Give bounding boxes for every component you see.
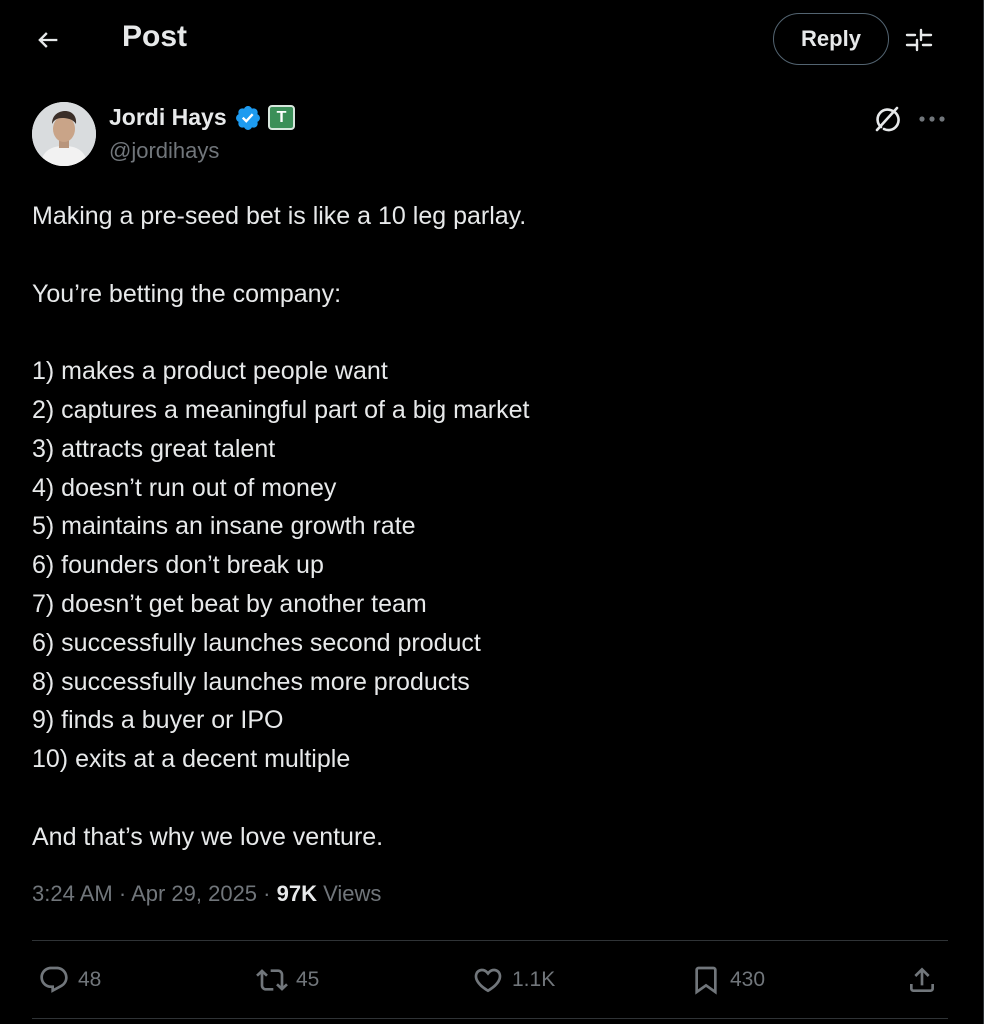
back-button[interactable] <box>30 22 66 58</box>
post-line: And that’s why we love venture. <box>32 822 384 851</box>
post-line <box>32 313 952 352</box>
post-line: 8) successfully launches more products <box>32 667 470 696</box>
post-line: 6) successfully launches second product <box>32 628 481 657</box>
divider <box>32 1018 948 1019</box>
meta-separator: · <box>112 881 132 906</box>
back-arrow-icon <box>38 32 58 48</box>
bookmark-action[interactable]: 430 <box>690 960 765 1000</box>
repost-action[interactable]: 45 <box>256 960 319 1000</box>
reply-count: 48 <box>78 968 102 991</box>
post-text: Making a pre-seed bet is like a 10 leg p… <box>32 197 952 857</box>
bookmark-icon <box>695 966 717 995</box>
post-line: 3) attracts great talent <box>32 434 276 463</box>
author-name[interactable]: Jordi Hays <box>109 104 227 131</box>
reply-icon <box>40 966 68 993</box>
post-line: 5) maintains an insane growth rate <box>32 512 416 541</box>
page-title: Post <box>122 20 188 53</box>
filter-button[interactable] <box>900 22 938 58</box>
post-line: Making a pre-seed bet is like a 10 leg p… <box>32 202 527 230</box>
post-detail-view: Post Reply Jordi Hays T @jordihays Makin… <box>0 0 984 1024</box>
post-line: 10) exits at a decent multiple <box>32 745 351 774</box>
reply-action[interactable]: 48 <box>38 960 101 1000</box>
author-handle[interactable]: @jordihays <box>109 138 219 164</box>
post-line: 9) finds a buyer or IPO <box>32 706 284 735</box>
like-action[interactable]: 1.1K <box>472 960 555 1000</box>
share-icon <box>910 967 934 992</box>
divider <box>32 940 948 941</box>
verified-icon <box>236 106 260 130</box>
post-line: 7) doesn’t get beat by another team <box>32 589 427 618</box>
bookmark-count: 430 <box>730 968 766 991</box>
share-action[interactable] <box>906 960 938 1000</box>
views-label: Views <box>323 881 382 906</box>
filter-icon <box>905 28 933 52</box>
meta-separator: · <box>257 881 277 906</box>
avatar[interactable] <box>32 102 96 166</box>
post-date[interactable]: Apr 29, 2025 <box>131 881 257 906</box>
post-time[interactable]: 3:24 AM <box>32 881 113 906</box>
affiliation-badge[interactable]: T <box>268 105 295 130</box>
reply-button[interactable]: Reply <box>773 13 889 65</box>
post-line: 2) captures a meaningful part of a big m… <box>32 395 530 424</box>
post-line: You’re betting the company: <box>32 279 342 308</box>
post-line <box>32 779 952 818</box>
repost-count: 45 <box>296 968 320 991</box>
post-meta: 3:24 AM · Apr 29, 2025 · 97K Views <box>32 881 381 907</box>
repost-icon <box>256 969 288 991</box>
post-line: 4) doesn’t run out of money <box>32 473 337 502</box>
post-line: 1) makes a product people want <box>32 357 388 386</box>
avatar-image <box>32 102 96 166</box>
like-count: 1.1K <box>512 968 556 991</box>
grok-icon[interactable] <box>872 104 902 134</box>
views-count: 97K <box>276 881 317 906</box>
like-icon <box>474 968 502 993</box>
post-line <box>32 236 952 275</box>
header-bar: Post Reply <box>0 0 984 80</box>
more-icon[interactable] <box>916 108 948 130</box>
post-line: 6) founders don’t break up <box>32 551 324 580</box>
